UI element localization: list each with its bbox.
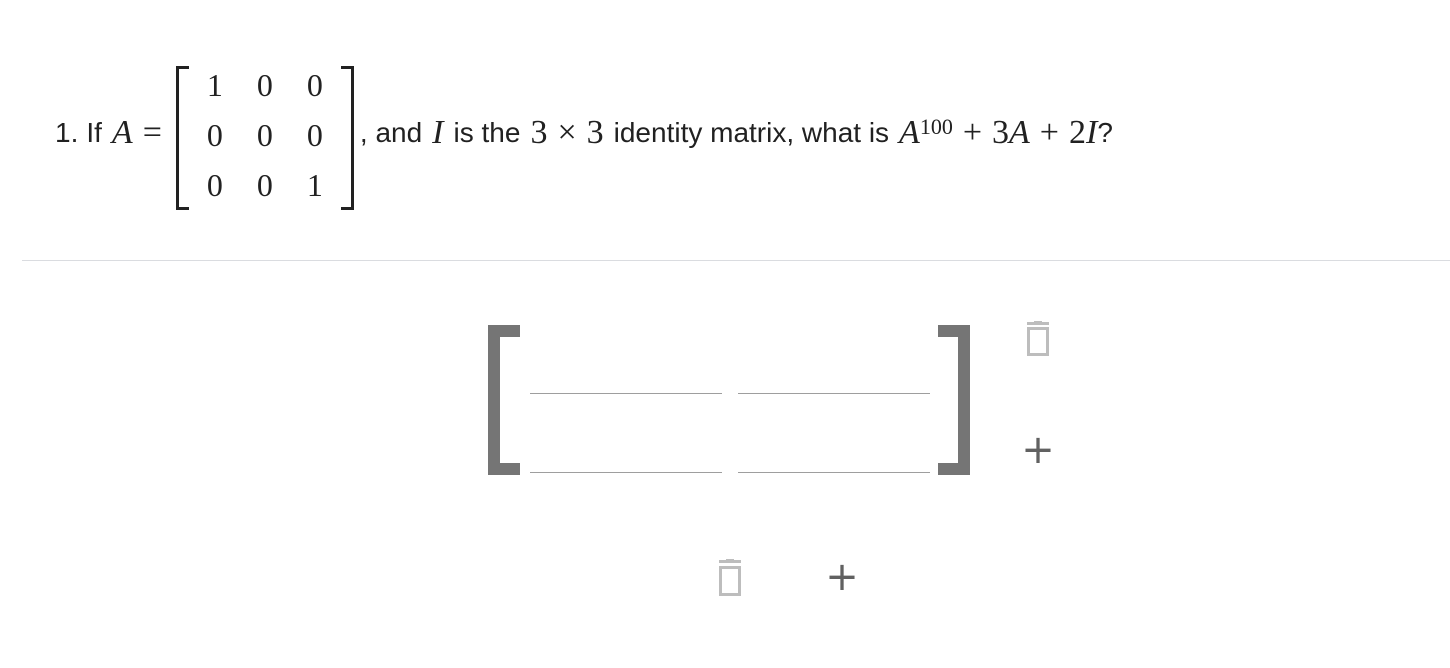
matrix-a-cell: 1: [206, 66, 223, 103]
matrix-a-cell: 0: [206, 116, 223, 153]
answer-cell-r2c1[interactable]: [530, 442, 722, 473]
math-dim-n2: 3: [586, 114, 604, 151]
plus-icon: +: [1021, 427, 1055, 473]
answer-left-bracket: [488, 325, 520, 475]
matrix-left-bracket: [175, 66, 189, 210]
math-plus-1: +: [962, 114, 983, 151]
answer-cell-r1c1[interactable]: [530, 363, 722, 394]
question-number: 1.: [55, 117, 79, 148]
math-coef-2: 2: [1068, 114, 1086, 151]
question-identity-text: identity matrix, what is: [613, 117, 890, 148]
matrix-a-cell: 0: [306, 66, 323, 103]
plus-icon: +: [825, 554, 859, 600]
answer-cell-r2c2[interactable]: [738, 442, 930, 473]
math-var-i: I: [432, 114, 444, 151]
matrix-right-bracket: [340, 66, 354, 210]
math-coef-3: 3: [992, 114, 1010, 151]
math-var-a: A: [111, 114, 133, 151]
matrix-a-cell: 0: [256, 116, 273, 153]
divider: [22, 260, 1450, 261]
answer-matrix: [488, 325, 970, 481]
add-row-button[interactable]: +: [822, 557, 862, 597]
math-power-base: A: [899, 114, 920, 151]
matrix-a-cell: 0: [306, 116, 323, 153]
math-dim-n1: 3: [530, 114, 548, 151]
question-and: , and: [359, 117, 423, 148]
delete-column-button[interactable]: [1022, 320, 1054, 358]
trash-icon: [719, 559, 741, 596]
answer-cell-r1c2[interactable]: [738, 363, 930, 394]
math-plus-2: +: [1039, 114, 1059, 151]
delete-row-button[interactable]: [714, 558, 746, 598]
math-term-i: I: [1085, 114, 1098, 151]
add-column-button[interactable]: +: [1018, 430, 1058, 470]
question-mark: ?: [1097, 117, 1113, 148]
trash-icon: [1027, 321, 1049, 356]
matrix-a-cell: 0: [256, 66, 273, 103]
math-power-exp: 100: [919, 114, 953, 139]
matrix-a-cell: 0: [256, 166, 273, 203]
math-term-a: A: [1009, 114, 1030, 151]
question-is-the: is the: [453, 117, 521, 148]
matrix-a: 1 0 0 0 0 0 0 0 1: [175, 60, 354, 210]
answer-right-bracket: [938, 325, 970, 475]
matrix-a-cell: 1: [306, 166, 323, 203]
math-times: ×: [557, 114, 577, 151]
question: 1. If A = 1 0 0 0 0 0 0 0 1 , and I is t…: [55, 58, 1113, 210]
matrix-a-cell: 0: [206, 166, 223, 203]
question-if: If: [86, 117, 102, 148]
math-equals: =: [142, 114, 162, 151]
matrix-a-grid: 1 0 0 0 0 0 0 0 1: [190, 60, 340, 210]
